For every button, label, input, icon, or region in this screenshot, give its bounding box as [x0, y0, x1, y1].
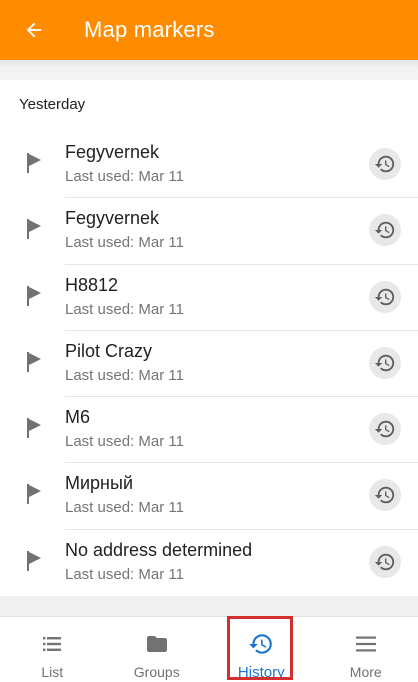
section-label-yesterday: Yesterday	[19, 96, 86, 113]
markers-list: Fegyvernek Last used: Mar 11 Fegyvernek …	[0, 132, 418, 596]
marker-last-used: Last used: Mar 11	[65, 433, 184, 451]
marker-last-used: Last used: Mar 11	[65, 565, 184, 583]
marker-name: Fegyvernek	[65, 142, 160, 162]
list-item[interactable]: Fegyvernek Last used: Mar 11	[0, 198, 418, 265]
menu-icon	[355, 636, 376, 652]
flag-icon	[27, 550, 41, 571]
marker-last-used: Last used: Mar 11	[65, 234, 184, 252]
restore-button[interactable]	[369, 280, 401, 313]
marker-name: M6	[65, 407, 91, 428]
nav-tab-history[interactable]: History	[209, 617, 314, 682]
history-restore-icon	[374, 155, 395, 173]
restore-button[interactable]	[369, 545, 401, 578]
history-restore-icon	[374, 553, 395, 571]
history-restore-icon	[374, 354, 395, 372]
list-item[interactable]: Fegyvernek Last used: Mar 11	[0, 132, 418, 199]
history-restore-icon	[374, 420, 395, 438]
bottom-spacer	[0, 596, 418, 616]
markers-card: Yesterday Fegyvernek Last used: Mar 11 F…	[0, 80, 418, 596]
nav-tab-list[interactable]: List	[0, 617, 105, 682]
list-item[interactable]: Мирный Last used: Mar 11	[0, 463, 418, 530]
restore-button[interactable]	[369, 413, 401, 446]
flag-icon	[27, 153, 41, 173]
folder-icon	[146, 636, 167, 652]
history-restore-icon	[374, 288, 395, 305]
nav-tab-more[interactable]: More	[314, 617, 418, 682]
restore-button[interactable]	[369, 479, 401, 512]
list-item[interactable]: H8812 Last used: Mar 11	[0, 265, 418, 331]
flag-icon	[27, 219, 41, 240]
nav-label-list: List	[41, 664, 64, 680]
arrow-left-icon	[26, 22, 42, 38]
nav-label-history: History	[237, 664, 285, 681]
flag-icon	[27, 285, 41, 306]
page-title: Map markers	[84, 17, 215, 42]
back-button[interactable]	[0, 0, 68, 60]
marker-last-used: Last used: Mar 11	[65, 300, 184, 318]
list-item[interactable]: No address determined Last used: Mar 11	[0, 530, 418, 596]
marker-last-used: Last used: Mar 11	[65, 366, 184, 384]
list-icon	[43, 637, 62, 651]
marker-last-used: Last used: Mar 11	[65, 499, 184, 517]
list-item[interactable]: Pilot Crazy Last used: Mar 11	[0, 331, 418, 398]
flag-icon	[27, 484, 41, 505]
restore-button[interactable]	[369, 346, 401, 379]
history-icon	[249, 634, 273, 654]
nav-tab-groups[interactable]: Groups	[105, 617, 210, 682]
marker-name: Мирный	[65, 473, 133, 494]
marker-last-used: Last used: Mar 11	[65, 168, 184, 185]
restore-button[interactable]	[369, 214, 401, 247]
nav-label-groups: Groups	[133, 664, 180, 680]
marker-name: No address determined	[65, 539, 253, 560]
marker-name: Pilot Crazy	[65, 340, 153, 361]
bottom-navigation: List Groups History More	[0, 616, 418, 682]
nav-label-more: More	[349, 664, 382, 680]
marker-name: H8812	[65, 274, 119, 295]
history-restore-icon	[374, 487, 395, 504]
restore-button[interactable]	[369, 148, 401, 180]
app-root: Map markers Yesterday Fegyvernek Last us…	[0, 0, 418, 682]
top-app-bar: Map markers	[0, 0, 418, 60]
list-item[interactable]: M6 Last used: Mar 11	[0, 397, 418, 464]
history-restore-icon	[374, 222, 395, 239]
flag-icon	[27, 418, 41, 439]
marker-name: Fegyvernek	[65, 208, 160, 229]
header-shadow	[0, 60, 418, 80]
flag-icon	[27, 351, 41, 372]
